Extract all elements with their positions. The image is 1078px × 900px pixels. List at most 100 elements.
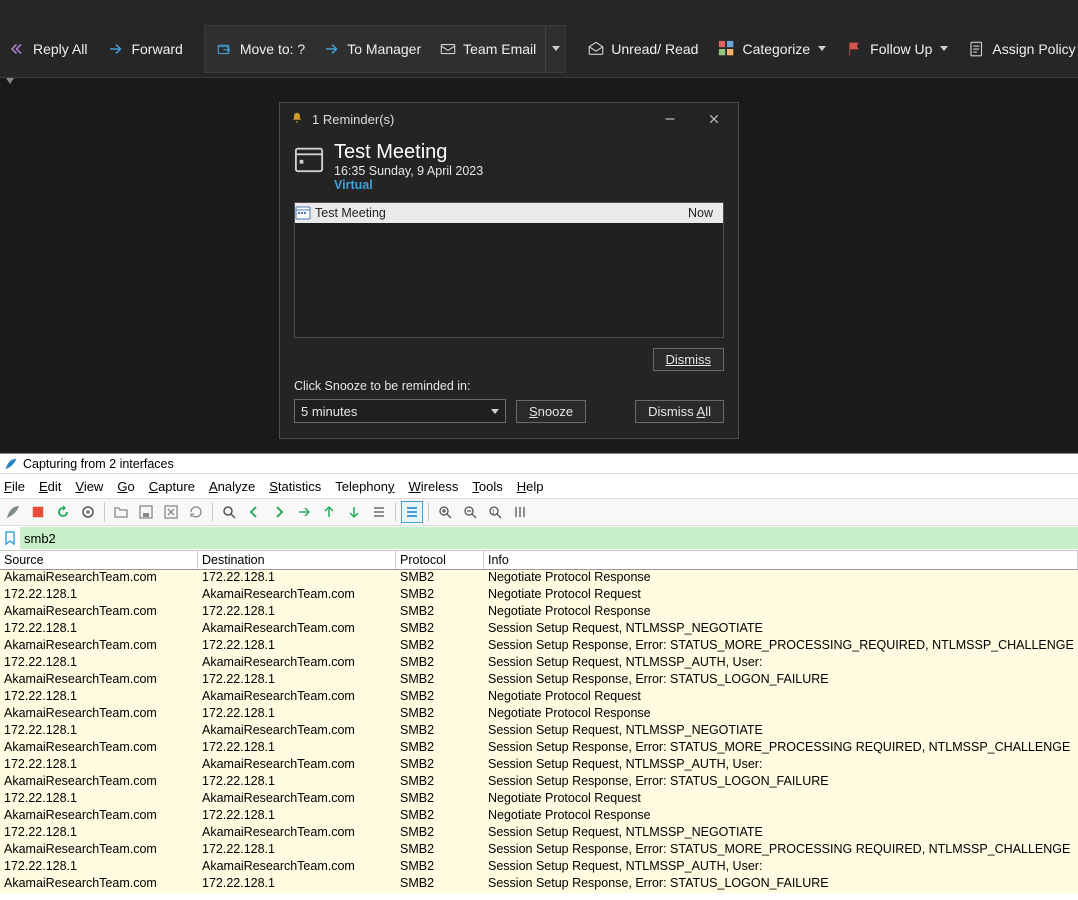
packet-row[interactable]: 172.22.128.1AkamaiResearchTeam.comSMB2Se… bbox=[0, 655, 1078, 672]
resize-columns-button[interactable] bbox=[509, 501, 531, 523]
to-manager-button[interactable]: To Manager bbox=[314, 26, 430, 72]
cell-protocol: SMB2 bbox=[396, 604, 484, 621]
reload-file-button[interactable] bbox=[185, 501, 207, 523]
minimize-button[interactable] bbox=[652, 105, 688, 133]
column-source[interactable]: Source bbox=[0, 551, 198, 569]
unread-read-button[interactable]: Unread/ Read bbox=[578, 29, 707, 69]
packet-row[interactable]: 172.22.128.1AkamaiResearchTeam.comSMB2Se… bbox=[0, 859, 1078, 876]
packet-row[interactable]: AkamaiResearchTeam.com172.22.128.1SMB2Ne… bbox=[0, 570, 1078, 587]
cell-destination: 172.22.128.1 bbox=[198, 604, 396, 621]
save-file-button[interactable] bbox=[135, 501, 157, 523]
go-forward-button[interactable] bbox=[268, 501, 290, 523]
zoom-out-button[interactable] bbox=[459, 501, 481, 523]
capture-options-button[interactable] bbox=[77, 501, 99, 523]
cell-destination: 172.22.128.1 bbox=[198, 842, 396, 859]
packet-row[interactable]: 172.22.128.1AkamaiResearchTeam.comSMB2Se… bbox=[0, 723, 1078, 740]
cell-protocol: SMB2 bbox=[396, 621, 484, 638]
snooze-button[interactable]: Snooze bbox=[516, 400, 586, 423]
packet-row[interactable]: AkamaiResearchTeam.com172.22.128.1SMB2Ne… bbox=[0, 706, 1078, 723]
cell-protocol: SMB2 bbox=[396, 791, 484, 808]
menu-view[interactable]: View bbox=[75, 479, 103, 494]
reminder-row-when: Now bbox=[653, 206, 713, 220]
close-file-button[interactable] bbox=[160, 501, 182, 523]
cell-info: Negotiate Protocol Response bbox=[484, 604, 1078, 621]
column-protocol[interactable]: Protocol bbox=[396, 551, 484, 569]
go-last-button[interactable] bbox=[343, 501, 365, 523]
colorize-button[interactable] bbox=[401, 501, 423, 523]
display-filter-input[interactable] bbox=[20, 527, 1078, 549]
packet-row[interactable]: AkamaiResearchTeam.com172.22.128.1SMB2Ne… bbox=[0, 808, 1078, 825]
cell-protocol: SMB2 bbox=[396, 757, 484, 774]
packet-row[interactable]: 172.22.128.1AkamaiResearchTeam.comSMB2Ne… bbox=[0, 689, 1078, 706]
stop-capture-button[interactable] bbox=[27, 501, 49, 523]
packet-row[interactable]: 172.22.128.1AkamaiResearchTeam.comSMB2Se… bbox=[0, 825, 1078, 842]
zoom-in-button[interactable] bbox=[434, 501, 456, 523]
forward-button[interactable]: Forward bbox=[98, 29, 191, 69]
menu-capture[interactable]: Capture bbox=[149, 479, 195, 494]
wireshark-fin-icon bbox=[4, 457, 18, 471]
restart-capture-button[interactable] bbox=[52, 501, 74, 523]
pane-splitter-caret-icon[interactable] bbox=[6, 78, 14, 84]
reminders-list[interactable]: Test Meeting Now bbox=[294, 202, 724, 338]
open-file-button[interactable] bbox=[110, 501, 132, 523]
menu-tools[interactable]: Tools bbox=[472, 479, 502, 494]
packet-row[interactable]: 172.22.128.1AkamaiResearchTeam.comSMB2Se… bbox=[0, 757, 1078, 774]
cell-source: 172.22.128.1 bbox=[0, 655, 198, 672]
filter-bookmark-icon[interactable] bbox=[2, 530, 18, 546]
find-packet-button[interactable] bbox=[218, 501, 240, 523]
close-button[interactable] bbox=[696, 105, 732, 133]
reply-all-button[interactable]: Reply All bbox=[0, 29, 96, 69]
zoom-reset-button[interactable]: 1 bbox=[484, 501, 506, 523]
cell-info: Negotiate Protocol Request bbox=[484, 791, 1078, 808]
follow-up-button[interactable]: Follow Up bbox=[837, 29, 957, 69]
cell-info: Negotiate Protocol Response bbox=[484, 570, 1078, 587]
dismiss-all-pre: Dismiss bbox=[648, 404, 696, 419]
menu-statistics[interactable]: Statistics bbox=[269, 479, 321, 494]
packet-row[interactable]: AkamaiResearchTeam.com172.22.128.1SMB2Ne… bbox=[0, 604, 1078, 621]
start-capture-button[interactable] bbox=[2, 501, 24, 523]
toolbar-separator bbox=[428, 502, 429, 522]
go-back-button[interactable] bbox=[243, 501, 265, 523]
quick-steps-expand[interactable] bbox=[545, 26, 563, 72]
cell-source: AkamaiResearchTeam.com bbox=[0, 570, 198, 587]
menu-analyze[interactable]: Analyze bbox=[209, 479, 255, 494]
menu-help[interactable]: Help bbox=[517, 479, 544, 494]
move-to-button[interactable]: Move to: ? bbox=[207, 26, 314, 72]
auto-scroll-button[interactable] bbox=[368, 501, 390, 523]
team-email-button[interactable]: Team Email bbox=[430, 26, 545, 72]
reminder-row[interactable]: Test Meeting Now bbox=[295, 203, 723, 223]
packet-row[interactable]: AkamaiResearchTeam.com172.22.128.1SMB2Se… bbox=[0, 638, 1078, 655]
cell-destination: AkamaiResearchTeam.com bbox=[198, 859, 396, 876]
packet-row[interactable]: AkamaiResearchTeam.com172.22.128.1SMB2Se… bbox=[0, 740, 1078, 757]
snooze-duration-select[interactable]: 5 minutes bbox=[294, 399, 506, 423]
menu-telephony[interactable]: Telephony bbox=[335, 479, 394, 494]
chevron-down-icon bbox=[940, 46, 948, 51]
menu-wireless[interactable]: Wireless bbox=[409, 479, 459, 494]
packet-row[interactable]: AkamaiResearchTeam.com172.22.128.1SMB2Se… bbox=[0, 774, 1078, 791]
menu-file[interactable]: File bbox=[4, 479, 25, 494]
packet-row[interactable]: AkamaiResearchTeam.com172.22.128.1SMB2Se… bbox=[0, 876, 1078, 893]
categorize-button[interactable]: Categorize bbox=[709, 29, 835, 69]
dismiss-all-button[interactable]: Dismiss All bbox=[635, 400, 724, 423]
menu-go[interactable]: Go bbox=[117, 479, 134, 494]
column-destination[interactable]: Destination bbox=[198, 551, 396, 569]
assign-policy-button[interactable]: Assign Policy bbox=[959, 29, 1078, 69]
column-info[interactable]: Info bbox=[484, 551, 1078, 569]
menu-edit[interactable]: Edit bbox=[39, 479, 61, 494]
go-first-button[interactable] bbox=[318, 501, 340, 523]
packet-list[interactable]: AkamaiResearchTeam.com172.22.128.1SMB2Ne… bbox=[0, 570, 1078, 900]
packet-row[interactable]: 172.22.128.1AkamaiResearchTeam.comSMB2Se… bbox=[0, 621, 1078, 638]
cell-source: AkamaiResearchTeam.com bbox=[0, 774, 198, 791]
dismiss-button[interactable]: Dismiss bbox=[653, 348, 725, 371]
packet-row[interactable]: AkamaiResearchTeam.com172.22.128.1SMB2Se… bbox=[0, 842, 1078, 859]
packet-list-header: Source Destination Protocol Info bbox=[0, 550, 1078, 570]
cell-source: 172.22.128.1 bbox=[0, 689, 198, 706]
reminder-location-link[interactable]: Virtual bbox=[334, 178, 483, 192]
cell-info: Session Setup Request, NTLMSSP_NEGOTIATE bbox=[484, 825, 1078, 842]
packet-row[interactable]: 172.22.128.1AkamaiResearchTeam.comSMB2Ne… bbox=[0, 791, 1078, 808]
packet-row[interactable]: AkamaiResearchTeam.com172.22.128.1SMB2Se… bbox=[0, 672, 1078, 689]
reminder-meeting-datetime: 16:35 Sunday, 9 April 2023 bbox=[334, 164, 483, 178]
cell-info: Session Setup Request, NTLMSSP_AUTH, Use… bbox=[484, 757, 1078, 774]
jump-packet-button[interactable] bbox=[293, 501, 315, 523]
packet-row[interactable]: 172.22.128.1AkamaiResearchTeam.comSMB2Ne… bbox=[0, 587, 1078, 604]
